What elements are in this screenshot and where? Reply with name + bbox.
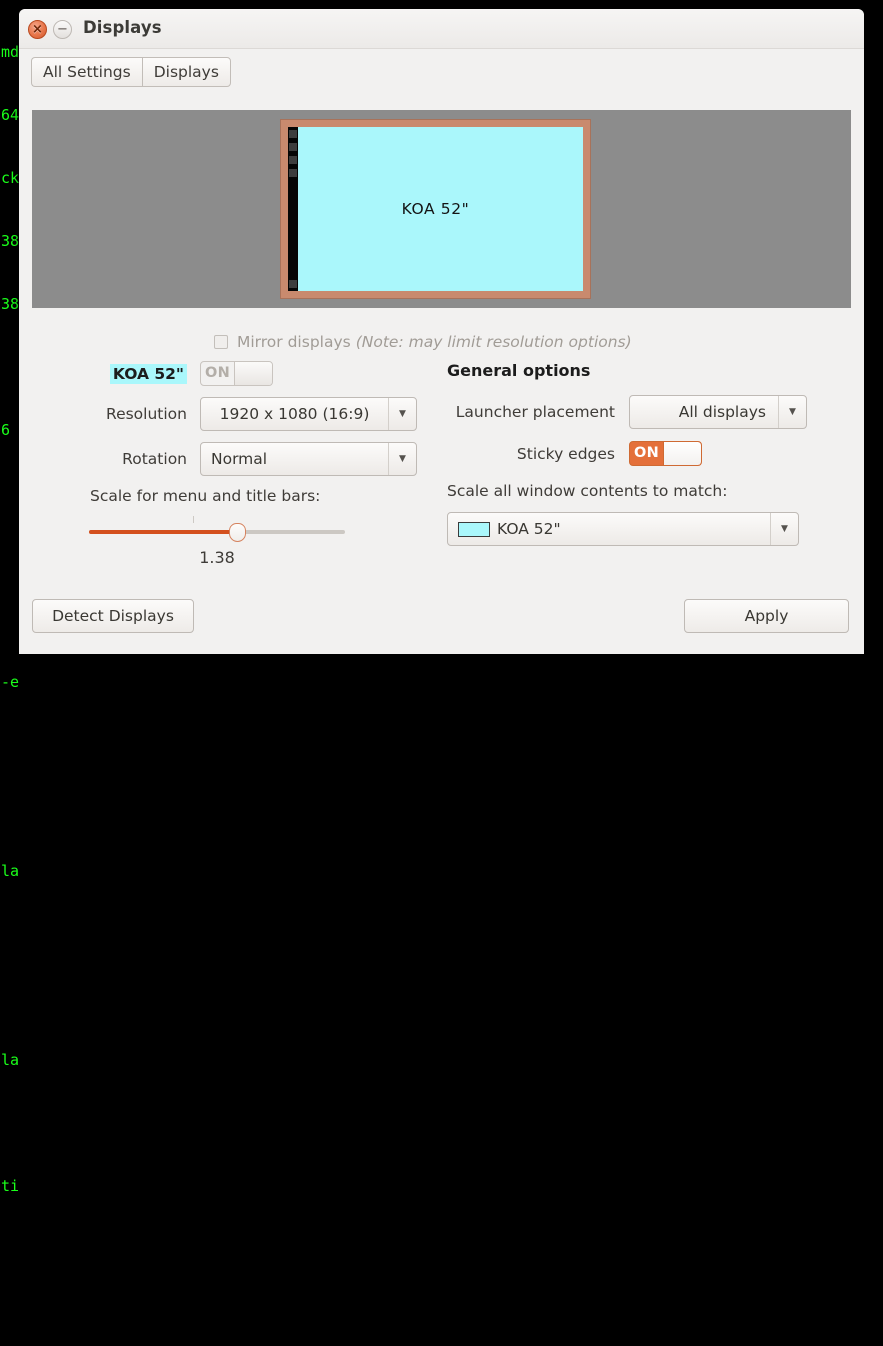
resolution-row: Resolution 1920 x 1080 (16:9) ▼ bbox=[32, 397, 429, 431]
scale-slider-value: 1.38 bbox=[199, 548, 235, 567]
window-title: Displays bbox=[83, 18, 162, 37]
mirror-displays-note: (Note: may limit resolution options) bbox=[355, 333, 632, 351]
mirror-displays-row[interactable]: Mirror displays (Note: may limit resolut… bbox=[214, 333, 632, 351]
scale-all-windows-value: KOA 52" bbox=[497, 520, 561, 538]
minimize-icon[interactable]: − bbox=[53, 20, 72, 39]
selected-display-name: KOA 52" bbox=[32, 363, 200, 384]
terminal-line: la bbox=[1, 1051, 20, 1069]
launcher-placement-row: Launcher placement All displays ▼ bbox=[429, 395, 849, 429]
launcher-icon bbox=[289, 143, 297, 151]
close-icon[interactable]: × bbox=[28, 20, 47, 39]
scale-slider-label: Scale for menu and title bars: bbox=[90, 487, 321, 505]
display-power-toggle[interactable]: ON bbox=[200, 361, 273, 386]
launcher-icon bbox=[289, 156, 297, 164]
sticky-edges-row: Sticky edges ON bbox=[429, 441, 849, 466]
chevron-down-icon: ▼ bbox=[778, 396, 806, 428]
toolbar: All Settings Displays bbox=[19, 49, 864, 102]
display-arrangement-preview[interactable]: KOA 52" bbox=[32, 110, 851, 308]
rotation-value: Normal bbox=[211, 450, 268, 468]
launcher-placement-value: All displays bbox=[678, 403, 766, 421]
display-name-row: KOA 52" ON bbox=[32, 361, 429, 386]
resolution-dropdown[interactable]: 1920 x 1080 (16:9) ▼ bbox=[200, 397, 417, 431]
monitor-preview-label: KOA 52" bbox=[401, 200, 470, 218]
scale-slider-block: Scale for menu and title bars: 1.38 bbox=[32, 487, 429, 567]
monitor-preview-koa52[interactable]: KOA 52" bbox=[280, 119, 591, 299]
breadcrumb-all-settings[interactable]: All Settings bbox=[31, 57, 142, 87]
launcher-icon bbox=[289, 130, 297, 138]
resolution-label: Resolution bbox=[106, 405, 187, 423]
launcher-icon bbox=[289, 169, 297, 177]
monitor-screen: KOA 52" bbox=[288, 127, 583, 291]
general-options-column: General options Launcher placement All d… bbox=[429, 361, 849, 546]
rotation-row: Rotation Normal ▼ bbox=[32, 442, 429, 476]
rotation-label: Rotation bbox=[122, 450, 187, 468]
display-power-toggle-label: ON bbox=[204, 365, 231, 381]
sticky-edges-toggle-label: ON bbox=[633, 445, 660, 461]
window-titlebar: × − Displays bbox=[19, 9, 864, 49]
general-options-title: General options bbox=[447, 361, 591, 380]
scale-slider-fill bbox=[89, 530, 237, 534]
chevron-down-icon: ▼ bbox=[388, 443, 416, 475]
breadcrumb-displays[interactable]: Displays bbox=[141, 57, 231, 87]
chevron-down-icon: ▼ bbox=[770, 513, 798, 545]
launcher-icon bbox=[289, 280, 297, 288]
scale-all-windows-label: Scale all window contents to match: bbox=[447, 482, 728, 500]
scale-slider[interactable] bbox=[89, 516, 345, 544]
terminal-line: la bbox=[1, 862, 20, 880]
display-settings-column: KOA 52" ON Resolution 1920 x 1080 (16:9)… bbox=[32, 361, 429, 567]
display-color-swatch bbox=[458, 521, 490, 537]
scale-all-windows-row: KOA 52" ▼ bbox=[429, 512, 849, 546]
scale-all-windows-value-wrap: KOA 52" bbox=[448, 520, 770, 538]
breadcrumb: All Settings Displays bbox=[31, 57, 231, 87]
display-power-toggle-knob bbox=[234, 362, 272, 385]
mirror-displays-label: Mirror displays bbox=[237, 333, 351, 351]
launcher-placement-dropdown[interactable]: All displays ▼ bbox=[629, 395, 807, 429]
scale-all-windows-dropdown[interactable]: KOA 52" ▼ bbox=[447, 512, 799, 546]
resolution-value: 1920 x 1080 (16:9) bbox=[219, 405, 370, 423]
apply-button[interactable]: Apply bbox=[684, 599, 849, 633]
scale-slider-tick bbox=[193, 516, 194, 523]
chevron-down-icon: ▼ bbox=[388, 398, 416, 430]
mirror-displays-checkbox[interactable] bbox=[214, 335, 228, 349]
rotation-dropdown[interactable]: Normal ▼ bbox=[200, 442, 417, 476]
terminal-line: -e bbox=[1, 673, 20, 691]
displays-window: × − Displays All Settings Displays KOA 5… bbox=[19, 9, 864, 654]
sticky-edges-toggle[interactable]: ON bbox=[629, 441, 702, 466]
launcher-placement-label: Launcher placement bbox=[455, 403, 615, 421]
sticky-edges-label: Sticky edges bbox=[516, 444, 615, 463]
scale-slider-knob[interactable] bbox=[229, 523, 246, 542]
detect-displays-button[interactable]: Detect Displays bbox=[32, 599, 194, 633]
sticky-edges-toggle-knob bbox=[663, 442, 701, 465]
terminal-line: ti bbox=[1, 1177, 20, 1195]
